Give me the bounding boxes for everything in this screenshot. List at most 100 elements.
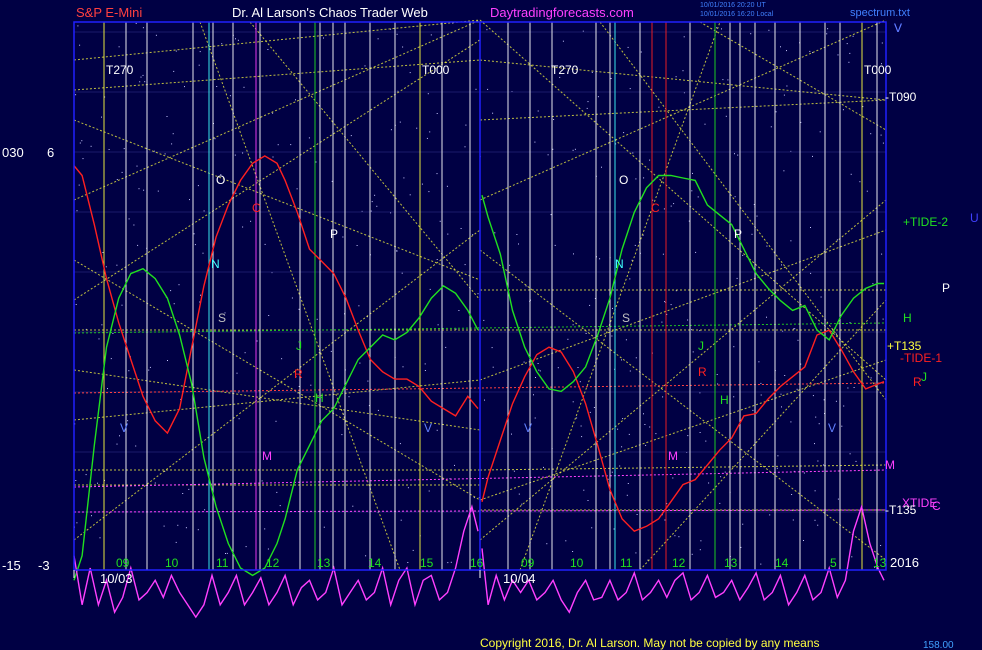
star-dot [402, 366, 404, 368]
star-dot [849, 453, 851, 455]
cycle-marker: C [252, 201, 261, 215]
star-dot [859, 181, 861, 183]
star-dot [836, 239, 838, 241]
star-dot [439, 220, 441, 222]
star-dot [852, 35, 854, 37]
star-dot [97, 482, 98, 484]
star-dot [267, 548, 269, 550]
star-dot [194, 244, 196, 246]
star-dot [281, 358, 283, 360]
star-dot [574, 148, 576, 150]
star-dot [276, 491, 278, 493]
star-dot [242, 226, 244, 228]
cycle-marker: M [262, 449, 272, 463]
star-dot [610, 78, 612, 79]
star-dot [189, 199, 190, 201]
star-dot [376, 205, 378, 207]
star-dot [75, 480, 77, 481]
star-dot [199, 51, 201, 53]
star-dot [587, 101, 589, 103]
star-dot [643, 177, 645, 179]
star-dot [790, 240, 792, 242]
star-dot [786, 50, 787, 52]
star-dot [275, 420, 277, 422]
star-dot [870, 133, 872, 135]
star-dot [128, 370, 130, 372]
star-dot [870, 377, 872, 379]
star-dot [78, 184, 80, 186]
star-dot [597, 96, 599, 98]
star-dot [202, 252, 204, 254]
star-dot [178, 284, 180, 286]
star-dot [627, 46, 629, 48]
star-dot [511, 433, 512, 435]
star-dot [374, 194, 376, 196]
star-dot [484, 399, 485, 401]
right-label: P [942, 281, 950, 295]
star-dot [277, 144, 279, 146]
star-dot [342, 236, 344, 238]
star-dot [751, 233, 753, 235]
star-dot [587, 500, 589, 501]
star-dot [429, 288, 431, 290]
hour-label: 10 [570, 556, 584, 570]
star-dot [734, 196, 736, 198]
star-dot [105, 266, 107, 268]
star-dot [261, 480, 263, 482]
site-link[interactable]: Daytradingforecasts.com [490, 5, 634, 20]
star-dot [399, 443, 401, 445]
star-dot [367, 380, 369, 382]
star-dot [737, 154, 739, 156]
star-dot [823, 464, 824, 466]
star-dot [881, 253, 883, 255]
star-dot [734, 153, 735, 155]
star-dot [591, 71, 593, 73]
star-dot [736, 277, 738, 279]
star-dot [310, 384, 312, 386]
star-dot [436, 113, 438, 114]
star-dot [760, 382, 762, 384]
star-dot [742, 254, 744, 256]
star-dot [436, 429, 438, 431]
star-dot [173, 70, 175, 72]
star-dot [492, 366, 494, 368]
star-dot [872, 283, 874, 285]
star-dot [427, 93, 429, 95]
star-dot [135, 445, 137, 447]
cycle-marker: V [120, 421, 128, 435]
star-dot [818, 423, 820, 425]
star-dot [626, 494, 628, 496]
star-dot [458, 310, 460, 311]
star-dot [835, 333, 837, 335]
star-dot [416, 127, 418, 129]
cycle-marker: J [698, 339, 704, 353]
star-dot [814, 519, 816, 521]
star-dot [407, 487, 409, 489]
star-dot [664, 301, 666, 303]
star-dot [235, 192, 237, 194]
star-dot [323, 526, 325, 528]
star-dot [841, 425, 843, 427]
star-dot [662, 253, 664, 255]
star-dot [138, 188, 140, 190]
star-dot [409, 72, 411, 74]
star-dot [725, 115, 727, 117]
star-dot [780, 46, 781, 48]
star-dot [204, 509, 206, 511]
hour-label: 09 [521, 556, 535, 570]
star-dot [769, 514, 771, 516]
star-dot [770, 126, 772, 128]
star-dot [539, 370, 541, 372]
star-dot [792, 519, 794, 521]
star-dot [817, 460, 819, 462]
star-dot [760, 394, 762, 396]
star-dot [643, 413, 644, 415]
star-dot [79, 44, 81, 46]
star-dot [717, 383, 719, 385]
hour-label: 15 [420, 556, 434, 570]
star-dot [599, 258, 601, 260]
star-dot [537, 110, 539, 112]
star-dot [238, 418, 240, 420]
star-dot [170, 290, 172, 292]
star-dot [264, 243, 266, 245]
